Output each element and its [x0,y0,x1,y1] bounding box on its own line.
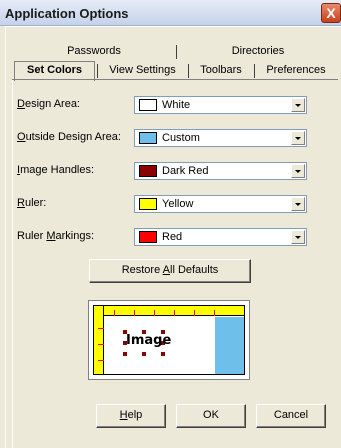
dropdown-arrow-icon[interactable] [291,164,305,178]
color-swatch [139,132,157,144]
tab-separator [188,64,189,78]
ruler-dropdown[interactable]: Yellow [134,195,307,213]
dropdown-value: Dark Red [162,165,209,177]
outside-design-area-preview [215,317,244,374]
close-icon: X [326,5,336,21]
image-handle [123,352,127,356]
ruler-label: Ruler: [17,197,47,209]
tab-label: Passwords [67,45,121,57]
tab-label: Directories [231,45,285,57]
help-button[interactable]: Help [96,404,166,428]
color-swatch [139,198,157,210]
color-swatch [139,99,157,111]
tab-toolbars[interactable]: Toolbars [190,62,252,80]
tab-view-settings[interactable]: View Settings [99,62,186,80]
ruler-tick [174,310,175,316]
design-area-dropdown[interactable]: White [134,96,307,114]
ruler-tick [98,360,104,361]
restore-all-defaults-button[interactable]: Restore All Defaults [89,259,251,283]
tab-label: View Settings [109,64,176,76]
cancel-button[interactable]: Cancel [256,404,326,428]
tab-label: Set Colors [26,64,82,76]
color-swatch [139,165,157,177]
ruler-left [94,306,104,374]
title-bar[interactable]: Application Options X [0,0,341,26]
outside-design-area-dropdown[interactable]: Custom [134,129,307,147]
dropdown-value: Red [162,231,183,243]
color-preview: Image [88,300,250,380]
tab-separator [254,64,255,78]
tab-separator [97,64,98,78]
window-title: Application Options [5,6,129,21]
design-area-label: Design Area: [17,98,80,110]
dropdown-value: Yellow [162,198,194,210]
tab-label: Preferences [266,64,326,76]
tab-directories[interactable]: Directories [178,43,338,61]
ruler-tick [114,310,115,316]
dropdown-arrow-icon[interactable] [291,131,305,145]
image-handles-dropdown[interactable]: Dark Red [134,162,307,180]
tab-separator [176,45,177,59]
image-handle [161,352,165,356]
ok-button[interactable]: OK [176,404,246,428]
image-label: Image [126,333,172,348]
ruler-tick [134,310,135,316]
ruler-tick [214,310,215,316]
dropdown-value: Custom [162,132,200,144]
image-handles-label: Image Handles: [17,164,95,176]
tab-preferences[interactable]: Preferences [256,62,336,80]
preview-canvas: Image [93,305,245,375]
dropdown-arrow-icon[interactable] [291,197,305,211]
dropdown-arrow-icon[interactable] [291,230,305,244]
ruler-tick [98,344,104,345]
ruler-tick [154,310,155,316]
tab-set-colors[interactable]: Set Colors [14,62,95,80]
close-button[interactable]: X [321,3,341,23]
dropdown-arrow-icon[interactable] [291,98,305,112]
color-swatch [139,231,157,243]
outside-design-area-label: Outside Design Area: [17,131,121,143]
ruler-tick [194,310,195,316]
ruler-top [94,306,244,316]
tab-passwords[interactable]: Passwords [14,43,174,61]
image-handle [142,352,146,356]
dropdown-value: White [162,99,191,111]
ruler-tick [98,328,104,329]
ruler-markings-label: Ruler Markings: [17,230,95,242]
image-placeholder: Image [123,330,171,356]
tab-label: Toolbars [200,64,242,76]
ruler-markings-dropdown[interactable]: Red [134,228,307,246]
